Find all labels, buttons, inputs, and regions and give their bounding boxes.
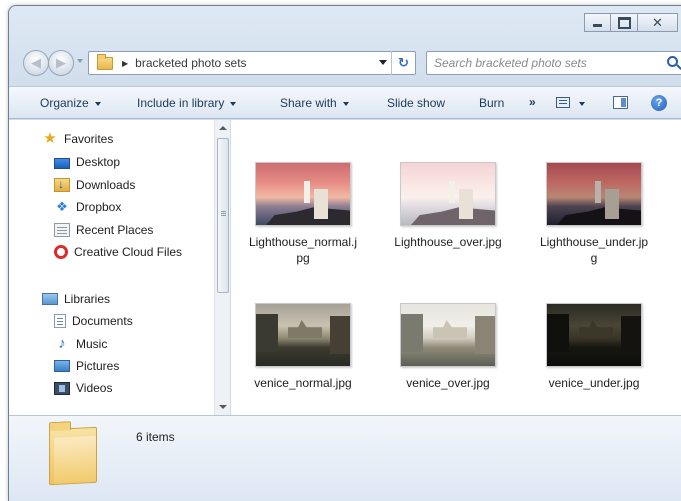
venice-over-thumbnail (400, 303, 496, 367)
scroll-thumb[interactable] (217, 138, 229, 293)
nav-item-pictures[interactable]: Pictures (54, 357, 119, 375)
venice-under-thumbnail (546, 303, 642, 367)
file-tile[interactable]: Lighthouse_normal.jpg (248, 162, 358, 266)
item-count: 6 items (136, 430, 175, 444)
nav-item-creative-cloud-files[interactable]: Creative Cloud Files (54, 243, 182, 261)
breadcrumb-current-folder[interactable]: bracketed photo sets (135, 56, 246, 70)
navigation-pane: ★ Favorites Desktop Downloads ❖ Dropbox … (9, 120, 230, 415)
preview-pane-icon[interactable] (613, 96, 628, 109)
nav-item-label: Downloads (76, 178, 136, 192)
view-options-dropdown[interactable] (579, 102, 585, 106)
videos-icon (54, 381, 70, 395)
nav-item-label: Music (76, 337, 108, 351)
address-dropdown-icon[interactable] (379, 60, 387, 65)
file-name: venice_normal.jpg (254, 376, 352, 390)
file-tile[interactable]: Lighthouse_under.jpg (539, 162, 649, 266)
pictures-icon (54, 360, 70, 372)
burn-button[interactable]: Burn (479, 96, 504, 110)
file-tile[interactable]: venice_over.jpg (393, 303, 503, 391)
nav-item-label: Recent Places (76, 223, 154, 237)
music-icon: ♪ (58, 335, 66, 352)
back-arrow-icon: ◀ (31, 55, 41, 70)
file-tile[interactable]: venice_under.jpg (539, 303, 649, 391)
change-view-icon[interactable] (556, 97, 570, 108)
file-tile[interactable]: Lighthouse_over.jpg (393, 162, 503, 250)
nav-item-dropbox[interactable]: ❖ Dropbox (54, 198, 121, 216)
folder-icon (97, 53, 113, 70)
nav-item-music[interactable]: ♪ Music (54, 335, 107, 353)
nav-item-label: Dropbox (76, 200, 122, 214)
refresh-button[interactable]: ↻ (391, 51, 415, 75)
documents-icon (54, 314, 66, 328)
forward-arrow-icon: ▶ (56, 55, 66, 70)
nav-item-videos[interactable]: Videos (54, 379, 112, 397)
explorer-window: ✕ ◀ ▶ ▶ bracketed photo sets ↻ Organize … (8, 5, 681, 501)
maximize-button[interactable] (611, 13, 638, 32)
chevron-down-icon (94, 101, 101, 106)
venice-normal-thumbnail (255, 303, 351, 367)
downloads-folder-icon (54, 177, 70, 192)
creative-cloud-icon (54, 245, 68, 259)
nav-item-recent-places[interactable]: Recent Places (54, 221, 153, 239)
file-name: venice_over.jpg (406, 376, 490, 390)
file-name: Lighthouse_normal.jpg (248, 235, 358, 265)
file-list: Lighthouse_normal.jpg Lighthouse_over.jp… (231, 120, 681, 415)
scroll-down-icon[interactable] (219, 405, 227, 409)
minimize-button[interactable] (584, 13, 611, 32)
libraries-header[interactable]: Libraries (42, 290, 110, 308)
nav-item-label: Desktop (76, 155, 121, 169)
lighthouse-normal-thumbnail (255, 162, 351, 226)
command-bar: Organize Include in library Share with S… (9, 86, 681, 119)
chevron-down-icon (342, 101, 349, 106)
chevron-down-icon (230, 101, 237, 106)
close-button[interactable]: ✕ (638, 13, 678, 32)
navigation-row: ◀ ▶ ▶ bracketed photo sets ↻ (23, 48, 681, 78)
nav-item-label: Documents (72, 314, 133, 328)
back-button[interactable]: ◀ (23, 50, 49, 76)
favorites-header[interactable]: ★ Favorites (42, 130, 113, 148)
include-in-library-menu[interactable]: Include in library (137, 96, 237, 110)
search-box[interactable] (426, 51, 681, 75)
nav-item-label: Pictures (76, 359, 120, 373)
share-with-menu[interactable]: Share with (280, 96, 349, 110)
share-with-label: Share with (280, 96, 337, 110)
file-name: Lighthouse_over.jpg (394, 235, 502, 249)
details-pane: 6 items (9, 415, 681, 501)
search-icon[interactable] (667, 56, 678, 67)
lighthouse-over-thumbnail (400, 162, 496, 226)
file-name: venice_under.jpg (548, 376, 640, 390)
slide-show-button[interactable]: Slide show (387, 96, 445, 110)
folder-icon (49, 426, 97, 486)
nav-item-documents[interactable]: Documents (54, 312, 133, 330)
favorites-label: Favorites (64, 132, 114, 146)
recent-pages-dropdown[interactable] (77, 59, 83, 63)
libraries-label: Libraries (64, 292, 111, 306)
help-icon[interactable]: ? (651, 95, 667, 111)
window-caption-buttons: ✕ (584, 13, 678, 32)
lighthouse-under-thumbnail (546, 162, 642, 226)
scroll-up-icon[interactable] (219, 126, 227, 130)
file-name: Lighthouse_under.jpg (539, 235, 649, 265)
breadcrumb-arrow-icon[interactable]: ▶ (122, 59, 128, 68)
organize-menu[interactable]: Organize (40, 96, 101, 110)
desktop-icon (54, 157, 70, 169)
star-icon: ★ (43, 130, 57, 147)
organize-label: Organize (40, 96, 89, 110)
forward-button[interactable]: ▶ (48, 50, 74, 76)
address-bar[interactable]: ▶ bracketed photo sets ↻ (88, 51, 416, 75)
more-commands-button[interactable]: » (529, 95, 536, 109)
dropbox-icon: ❖ (56, 199, 68, 214)
nav-item-label: Creative Cloud Files (74, 245, 183, 259)
include-in-library-label: Include in library (137, 96, 225, 110)
nav-item-downloads[interactable]: Downloads (54, 176, 135, 194)
recent-places-icon (54, 223, 70, 237)
file-tile[interactable]: venice_normal.jpg (248, 303, 358, 391)
libraries-icon (42, 293, 58, 305)
nav-item-desktop[interactable]: Desktop (54, 153, 120, 171)
search-input[interactable] (427, 52, 647, 74)
nav-item-label: Videos (76, 381, 113, 395)
nav-scrollbar[interactable] (214, 120, 230, 415)
